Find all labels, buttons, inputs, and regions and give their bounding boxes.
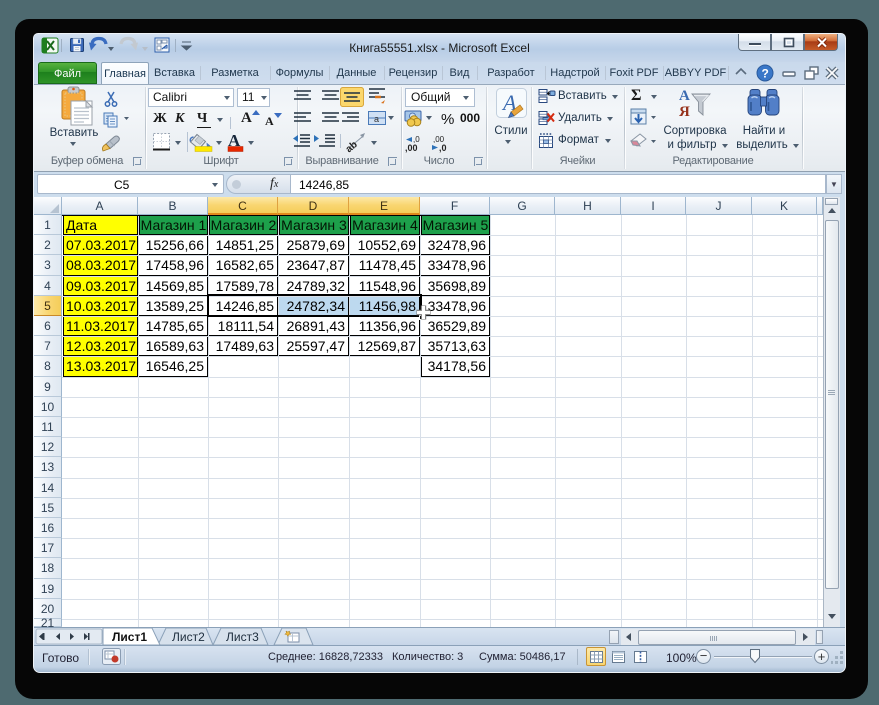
svg-text:Лист1: Лист1 xyxy=(112,630,147,644)
svg-text:,0: ,0 xyxy=(439,143,447,153)
svg-text:a: a xyxy=(374,114,379,124)
svg-text:Лист3: Лист3 xyxy=(226,630,259,644)
svg-text:Я: Я xyxy=(679,104,690,120)
svg-text:%: % xyxy=(441,111,454,128)
svg-text:А: А xyxy=(679,88,690,104)
svg-text:?: ? xyxy=(762,67,769,81)
svg-text:000: 000 xyxy=(460,111,480,125)
svg-text:ab: ab xyxy=(344,139,360,155)
svg-text:Лист2: Лист2 xyxy=(172,630,205,644)
svg-text:,00: ,00 xyxy=(405,143,418,153)
